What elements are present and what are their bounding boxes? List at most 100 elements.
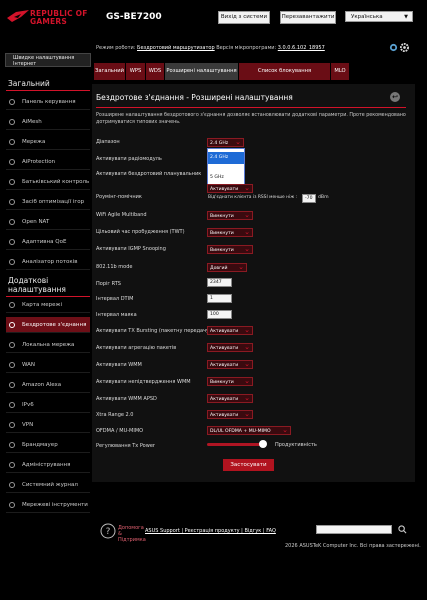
network-icon [9,139,15,145]
advanced-section-title: Додаткові налаштування [8,276,66,294]
footer-links[interactable]: ASUS Support | Реєстрація продукту | Від… [145,528,276,534]
model-name: GS-BE7200 [106,12,162,22]
igmp-select[interactable]: Вимкнути ⌄ [207,245,253,254]
scheduler-label: Активувати бездротовий планувальник [96,171,202,177]
wmm-noack-select[interactable]: Вимкнути ⌄ [207,377,253,386]
sidebar-item-vpn[interactable]: VPN [6,417,90,433]
globe-icon [9,362,15,368]
alexa-icon [9,382,15,388]
band-option-5[interactable]: 5 GHz [208,172,244,184]
twt-label: Цільовий час пробудження (TWT) [96,229,185,235]
wmm-apsd-label: Активувати WMM APSD [96,396,157,402]
wmm-apsd-select[interactable]: Активувати ⌄ [207,394,253,403]
back-icon[interactable]: ↩ [390,92,400,102]
roaming-label: Роумінг-помічник [96,194,142,200]
divider [96,107,406,108]
mesh-icon [9,119,15,125]
tab-wps[interactable]: WPS [126,63,146,80]
search-input[interactable] [316,525,392,534]
sidebar-item-network[interactable]: Мережа [6,134,90,150]
wmm-label: Активувати WMM [96,362,142,368]
tx-power-slider[interactable] [207,443,265,446]
tx-bursting-label: Активувати TX Bursting (пакетну передачу… [96,328,211,334]
sidebar-item-syslog[interactable]: Системний журнал [6,477,90,493]
80211b-label: 802.11b mode [96,264,133,270]
sidebar-item-dashboard[interactable]: Панель керування [6,94,90,110]
map-icon [9,302,15,308]
quick-setup-button[interactable]: Швидке налаштування Інтернет [5,53,91,67]
search-icon[interactable] [398,525,407,534]
ipv6-icon [9,402,15,408]
tx-power-slider-handle[interactable] [259,440,267,448]
twt-select[interactable]: Вимкнути ⌄ [207,228,253,237]
xtra-range-select[interactable]: Активувати ⌄ [207,410,253,419]
beacon-input[interactable]: 100 [207,310,232,319]
sidebar-item-aimesh[interactable]: AiMesh [6,114,90,130]
firewall-icon [9,442,15,448]
help-support-link[interactable]: Допомога & Підтримка [118,525,148,543]
scheduler-select[interactable]: Активувати ⌄ [207,184,253,193]
traffic-icon [9,259,15,265]
sidebar-item-wan[interactable]: WAN [6,357,90,373]
chevron-down-icon: ⌄ [244,326,250,334]
chevron-down-icon: ⌄ [244,394,250,402]
vpn-icon [9,422,15,428]
sidebar-item-wireless[interactable]: Бездротове з'єднання [6,317,90,333]
rts-input[interactable]: 2347 [207,278,232,287]
reboot-button[interactable]: Перезавантажити [280,11,336,24]
chevron-down-icon: ⌄ [244,343,250,351]
tx-power-value: Продуктивність [275,442,317,448]
sidebar-item-firewall[interactable]: Брандмауер [6,437,90,453]
chevron-down-icon: ⌄ [244,360,250,368]
chevron-down-icon: ⌄ [282,426,288,434]
operation-mode-link[interactable]: Бездротовий маршрутизатор [137,45,215,51]
rts-label: Поріг RTS [96,281,121,287]
tab-roaming-block[interactable]: Список блокування переміщення [239,63,331,91]
sidebar-item-network-map[interactable]: Карта мережі [6,297,90,313]
band-select[interactable]: 2.4 GHz ⌄ [207,138,244,147]
log-icon [9,482,15,488]
agile-multiband-select[interactable]: Вимкнути ⌄ [207,211,253,220]
shield-icon [9,159,15,165]
apply-button[interactable]: Застосувати [223,459,274,471]
svg-text:?: ? [106,527,111,537]
sidebar-item-tools[interactable]: Мережеві інструменти [6,497,90,513]
app-icon[interactable] [389,43,398,52]
chevron-down-icon: ⌄ [244,410,250,418]
chevron-down-icon: ⌄ [244,211,250,219]
firmware-link[interactable]: 3.0.0.6.102_18957 [278,45,325,51]
sidebar-item-aiprotection[interactable]: AiProtection [6,154,90,170]
tab-mlo[interactable]: MLO [331,63,350,80]
sidebar-item-game-boost[interactable]: Засіб оптимізації ігор [6,194,90,210]
language-value: Українська [351,14,383,20]
tx-bursting-select[interactable]: Активувати ⌄ [207,326,253,335]
sidebar-item-ipv6[interactable]: IPv6 [6,397,90,413]
sidebar-item-alexa[interactable]: Amazon Alexa [6,377,90,393]
chevron-down-icon: ⌄ [244,245,250,253]
sidebar-item-admin[interactable]: Адміністрування [6,457,90,473]
tab-advanced[interactable]: Розширені налаштування [165,63,239,80]
info-bar: Режим роботи: Бездротовий маршрутизатор … [96,45,325,51]
dtim-label: Інтервал DTIM [96,296,134,302]
roaming-rssi-input[interactable]: -70 [302,194,316,203]
tab-general[interactable]: Загальний [94,63,126,80]
band-dropdown[interactable]: 2.4 GHz 5 GHz [207,148,245,186]
language-select[interactable]: Українська ▼ [345,11,413,22]
sidebar-item-traffic[interactable]: Аналізатор потоків [6,254,90,270]
tab-wds[interactable]: WDS [146,63,165,80]
dashboard-icon [9,99,15,105]
sidebar-item-open-nat[interactable]: Open NAT [6,214,90,230]
dtim-input[interactable]: 1 [207,294,232,303]
band-option-24[interactable]: 2.4 GHz [208,152,244,164]
sidebar-item-parental[interactable]: Батьківський контроль [6,174,90,190]
gear-icon[interactable] [400,43,409,52]
sidebar-item-qos[interactable]: Адаптивна QoE [6,234,90,250]
80211b-select[interactable]: Довгий ⌄ [207,263,247,272]
parental-icon [9,179,15,185]
ofdma-select[interactable]: DL/UL OFDMA + MU-MIMO ⌄ [207,426,291,435]
sidebar-item-lan[interactable]: Локальна мережа [6,337,90,353]
qos-icon [9,239,15,245]
aggregation-select[interactable]: Активувати ⌄ [207,343,253,352]
wmm-select[interactable]: Активувати ⌄ [207,360,253,369]
logout-button[interactable]: Вихід з системи [218,11,270,24]
